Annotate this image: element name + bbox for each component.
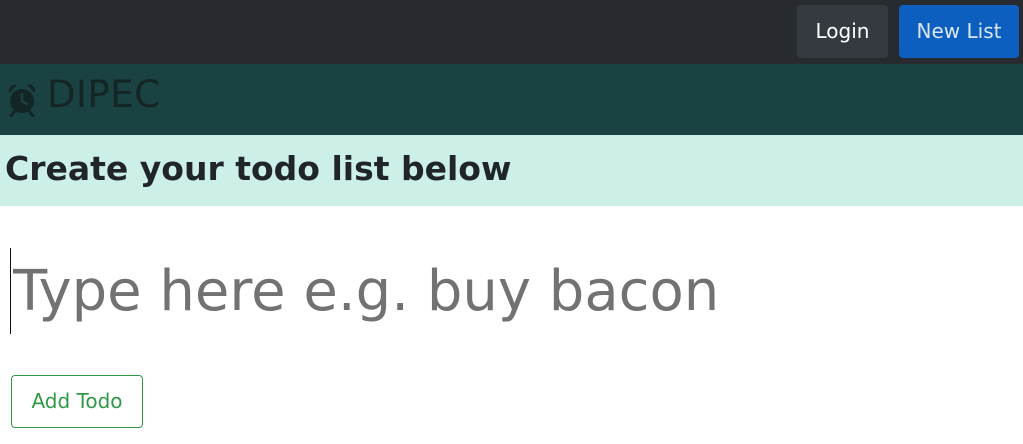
add-todo-button[interactable]: Add Todo	[11, 375, 143, 428]
new-list-button[interactable]: New List	[899, 5, 1019, 58]
top-navbar: Login New List	[0, 0, 1023, 64]
login-button[interactable]: Login	[797, 5, 888, 58]
brand-name[interactable]: DIPEC	[47, 72, 160, 118]
todo-input[interactable]	[10, 248, 1013, 334]
heading-band: Create your todo list below	[0, 135, 1023, 206]
alarm-clock-icon	[4, 81, 40, 118]
page-title: Create your todo list below	[5, 149, 512, 188]
brand-bar: DIPEC	[0, 64, 1023, 135]
